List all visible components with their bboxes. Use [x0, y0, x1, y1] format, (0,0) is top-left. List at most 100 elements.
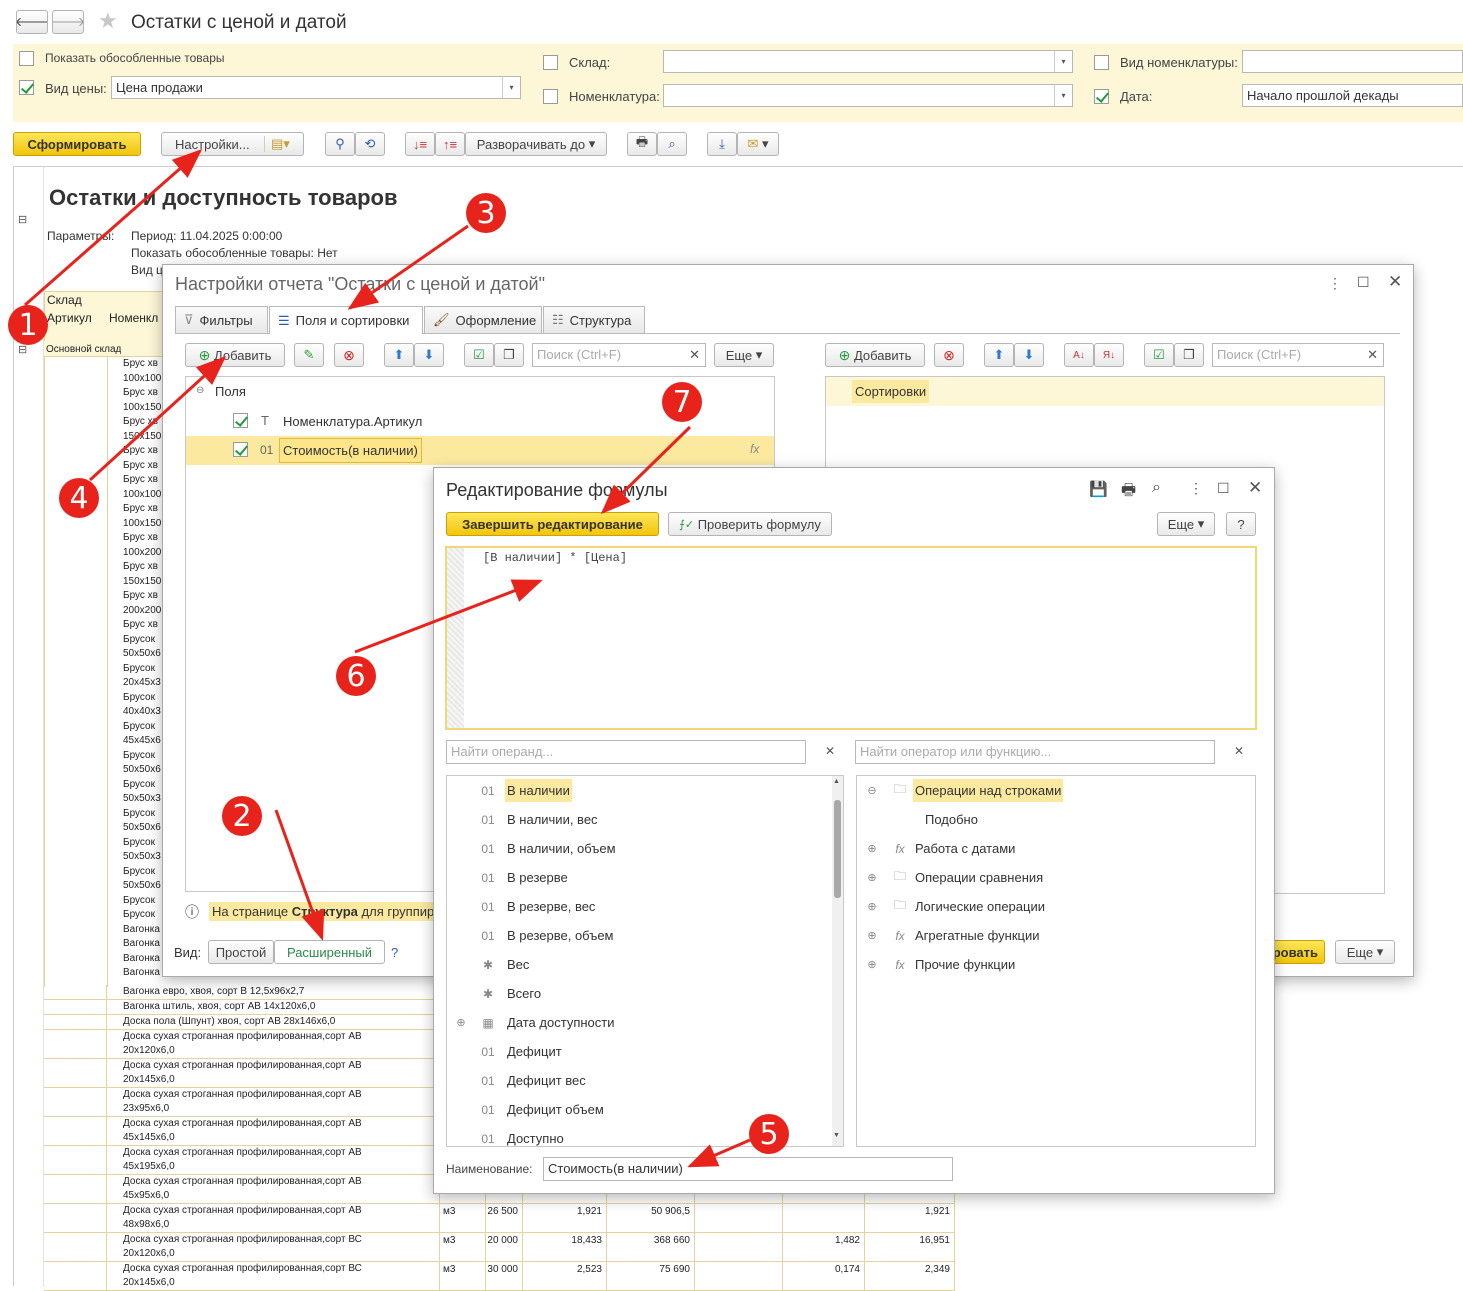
check-all-button[interactable]: ☑ [464, 343, 494, 367]
nom-kind-checkbox[interactable] [1094, 55, 1109, 70]
operator-search-input[interactable]: Найти оператор или функцию... [855, 740, 1215, 764]
operand-item[interactable]: 01 Дефицит [447, 1037, 833, 1066]
field-checkbox[interactable] [233, 442, 248, 457]
sort-up-button[interactable]: ⬆ [984, 343, 1014, 367]
name-field[interactable]: Стоимость(в наличии) [543, 1157, 953, 1181]
field-checkbox[interactable] [233, 413, 248, 428]
fields-search-input[interactable]: Поиск (Ctrl+F) ✕ [532, 343, 706, 367]
field-row-selected[interactable]: 01 Стоимость(в наличии) fx [186, 436, 774, 465]
print-button[interactable]: 🖶 [627, 132, 657, 156]
preview-icon[interactable]: ⌕ [1152, 479, 1161, 497]
sort-az-button[interactable]: А↓ [1064, 343, 1094, 367]
more-icon[interactable]: ⋮ [1328, 275, 1342, 292]
generate-button[interactable]: Сформировать [13, 132, 141, 156]
settings-button[interactable]: Настройки... ▤▾ [161, 132, 304, 156]
add-field-button[interactable]: ⊕ Добавить [185, 343, 285, 367]
operand-item[interactable]: 01 В резерве, объем [447, 921, 833, 950]
operator-item[interactable]: ⊕ fx Агрегатные функции [857, 921, 1255, 950]
save-icon[interactable]: 💾 [1089, 480, 1108, 498]
sort-za-button[interactable]: Я↓ [1094, 343, 1124, 367]
help-link[interactable]: ? [391, 945, 398, 960]
operand-item[interactable]: ⊕ ▦ Дата доступности [447, 1008, 833, 1037]
operator-item[interactable]: ⊕ fx Прочие функции [857, 950, 1255, 979]
search-next-button[interactable]: ⟲ [355, 132, 385, 156]
tab-filters[interactable]: ⊽ Фильтры [175, 306, 268, 333]
add-sort-button[interactable]: ⊕ Добавить [825, 343, 925, 367]
check-formula-button[interactable]: ⨍✓ Проверить формулу [668, 512, 832, 536]
date-field[interactable]: Начало прошлой декады [1242, 84, 1463, 107]
preview-button[interactable]: ⌕ [657, 132, 687, 156]
tab-appearance[interactable]: 🖌 Оформление [424, 306, 542, 333]
star-icon[interactable]: ★ [98, 8, 118, 34]
finish-edit-button[interactable]: Завершить редактирование [446, 512, 659, 536]
maximize-icon[interactable]: ☐ [1357, 274, 1370, 291]
delete-sort-button[interactable]: ⊗ [934, 343, 964, 367]
edit-button[interactable]: ✎ [294, 343, 324, 367]
clear-icon[interactable]: ✕ [689, 347, 700, 363]
operand-item[interactable]: 01 В наличии, вес [447, 805, 833, 834]
operand-search-input[interactable]: Найти операнд... [446, 740, 806, 764]
show-separate-checkbox[interactable] [19, 51, 34, 66]
save-button[interactable]: ⤓ [707, 132, 737, 156]
date-checkbox[interactable] [1094, 89, 1109, 104]
sort-asc-button[interactable]: ↓≡ [405, 132, 435, 156]
tab-structure[interactable]: ☷ Структура [543, 306, 645, 333]
check-all-button[interactable]: ☑ [1144, 343, 1174, 367]
operand-item[interactable]: 01 В резерве [447, 863, 833, 892]
price-type-field[interactable]: Цена продажи ▾ [111, 76, 521, 99]
operator-item[interactable]: ⊖ 🗀 Операции над строками [857, 776, 1255, 805]
clear-icon[interactable]: ✕ [1234, 744, 1244, 758]
more-icon[interactable]: ⋮ [1189, 480, 1203, 497]
scrollbar[interactable]: ▲ ▼ [832, 776, 843, 1146]
back-button[interactable]: 🡐 [16, 10, 48, 34]
table-cell: 26 500 [487, 1206, 518, 1217]
operand-item[interactable]: ✱ Всего [447, 979, 833, 1008]
clear-icon[interactable]: ✕ [1367, 347, 1378, 363]
warehouse-field[interactable]: ▾ [663, 50, 1073, 73]
close-icon[interactable]: ✕ [1248, 478, 1262, 498]
operand-item[interactable]: 01 Дефицит вес [447, 1066, 833, 1095]
nom-kind-field[interactable] [1242, 50, 1463, 73]
uncheck-all-button[interactable]: ❐ [1174, 343, 1204, 367]
move-up-button[interactable]: ⬆ [384, 343, 414, 367]
print-icon[interactable]: 🖶 [1121, 479, 1136, 506]
expand-to-button[interactable]: Разворачивать до ▾ [465, 132, 607, 156]
fx-icon[interactable]: fx [750, 442, 759, 456]
operator-item[interactable]: ⊕ fx Работа с датами [857, 834, 1255, 863]
operand-item[interactable]: 01 В наличии [447, 776, 833, 805]
view-advanced-button[interactable]: Расширенный [274, 940, 385, 964]
maximize-icon[interactable]: ☐ [1217, 480, 1230, 497]
delete-button[interactable]: ⊗ [334, 343, 364, 367]
formula-more-button[interactable]: Еще ▾ [1157, 512, 1215, 536]
collapse-icon[interactable]: ⊟ [18, 213, 27, 226]
operator-item[interactable]: Подобно [857, 805, 1255, 834]
collapse-icon[interactable]: ⊖ [196, 385, 204, 396]
variants-icon[interactable]: ▤▾ [264, 136, 296, 152]
nomenclature-checkbox[interactable] [543, 89, 558, 104]
formula-help-button[interactable]: ? [1226, 512, 1256, 536]
forward-button[interactable]: 🡒 [52, 10, 84, 34]
sort-search-input[interactable]: Поиск (Ctrl+F) ✕ [1212, 343, 1384, 367]
price-type-checkbox[interactable] [19, 80, 34, 95]
operand-item[interactable]: 01 В резерве, вес [447, 892, 833, 921]
view-simple-button[interactable]: Простой [208, 940, 274, 964]
send-button[interactable]: ✉ ▾ [737, 132, 779, 156]
operand-item[interactable]: 01 В наличии, объем [447, 834, 833, 863]
settings-more-button[interactable]: Еще ▾ [1335, 940, 1395, 964]
search-button[interactable]: ⚲ [325, 132, 355, 156]
formula-text[interactable]: [В наличии] * [Цена] [483, 551, 627, 565]
operator-item[interactable]: ⊕ 🗀 Операции сравнения [857, 863, 1255, 892]
operator-item[interactable]: ⊕ 🗀 Логические операции [857, 892, 1255, 921]
uncheck-all-button[interactable]: ❐ [494, 343, 524, 367]
sort-down-button[interactable]: ⬇ [1014, 343, 1044, 367]
tab-fields-sorting[interactable]: ☰ Поля и сортировки [269, 306, 423, 334]
operand-item[interactable]: ✱ Вес [447, 950, 833, 979]
nomenclature-field[interactable]: ▾ [663, 84, 1073, 107]
warehouse-checkbox[interactable] [543, 55, 558, 70]
move-down-button[interactable]: ⬇ [414, 343, 444, 367]
more-button[interactable]: Еще ▾ [714, 343, 774, 367]
close-icon[interactable]: ✕ [1388, 272, 1402, 292]
formula-editor[interactable]: [В наличии] * [Цена] [445, 546, 1257, 730]
sort-desc-button[interactable]: ↑≡ [435, 132, 465, 156]
clear-icon[interactable]: ✕ [825, 744, 835, 758]
